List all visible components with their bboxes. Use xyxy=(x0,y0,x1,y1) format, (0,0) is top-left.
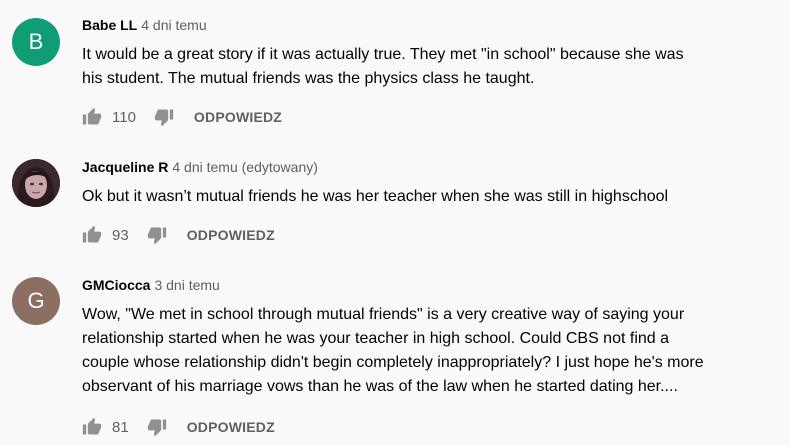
avatar[interactable]: G xyxy=(12,277,60,325)
comment-text-line: relationship started when he was your te… xyxy=(82,330,670,347)
thumb-down-icon[interactable] xyxy=(147,225,167,245)
comment-text-line: Wow, "We met in school through mutual fr… xyxy=(82,306,685,323)
profile-photo xyxy=(12,159,60,207)
comment-header: GMCiocca 3 dni temu xyxy=(82,277,220,293)
comment-actions: 93 ODPOWIEDZ xyxy=(82,223,275,247)
comment-header: Babe LL 4 dni temu xyxy=(82,17,207,33)
comment-time[interactable]: 4 dni temu (edytowany) xyxy=(172,159,318,175)
comment-text-line: It would be a great story if it was actu… xyxy=(82,46,684,63)
comment-time[interactable]: 3 dni temu xyxy=(154,277,219,293)
thumb-down-icon[interactable] xyxy=(147,417,167,437)
comment-text-line: his student. The mutual friends was the … xyxy=(82,70,535,87)
author-name[interactable]: GMCiocca xyxy=(82,277,150,293)
author-name[interactable]: Jacqueline R xyxy=(82,159,168,175)
avatar[interactable]: B xyxy=(12,18,60,66)
like-count: 93 xyxy=(112,226,129,244)
avatar-letter: B xyxy=(28,29,44,54)
avatar-letter: G xyxy=(27,288,45,313)
reply-button[interactable]: ODPOWIEDZ xyxy=(194,109,282,125)
comment-header: Jacqueline R4 dni temu (edytowany) xyxy=(82,159,318,175)
comment-time[interactable]: 4 dni temu xyxy=(141,17,206,33)
like-count: 110 xyxy=(112,108,136,126)
reply-button[interactable]: ODPOWIEDZ xyxy=(187,227,275,243)
comment-actions: 81 ODPOWIEDZ xyxy=(82,415,275,439)
comment-text: It would be a great story if it was actu… xyxy=(82,43,782,91)
thumb-up-icon[interactable] xyxy=(82,225,102,245)
comment-text: Ok but it wasn’t mutual friends he was h… xyxy=(82,185,782,209)
comment-text-line: couple whose relationship didn't begin c… xyxy=(82,354,704,371)
thumb-up-icon[interactable] xyxy=(82,107,102,127)
thumb-down-icon[interactable] xyxy=(154,107,174,127)
avatar[interactable] xyxy=(12,159,60,207)
reply-button[interactable]: ODPOWIEDZ xyxy=(187,419,275,435)
comment-text-line: observant of his marriage vows than he w… xyxy=(82,378,678,395)
comment-actions: 110 ODPOWIEDZ xyxy=(82,105,282,129)
comment-text: Wow, "We met in school through mutual fr… xyxy=(82,303,782,399)
like-count: 81 xyxy=(112,418,129,436)
thumb-up-icon[interactable] xyxy=(82,417,102,437)
comment-text-line: Ok but it wasn’t mutual friends he was h… xyxy=(82,188,669,205)
author-name[interactable]: Babe LL xyxy=(82,17,137,33)
